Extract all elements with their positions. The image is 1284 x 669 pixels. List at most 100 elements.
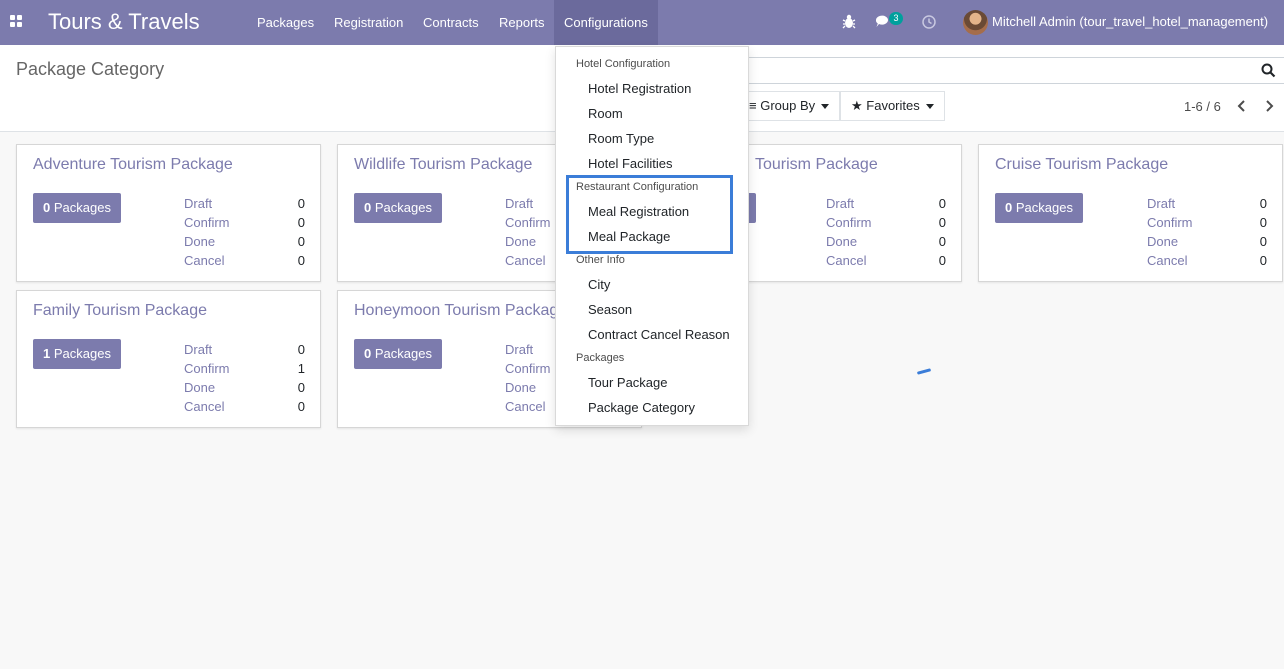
menu-reports[interactable]: Reports xyxy=(489,0,555,45)
packages-label: Packages xyxy=(1015,200,1073,215)
stat-done[interactable]: Done xyxy=(1147,234,1178,249)
menu-contracts[interactable]: Contracts xyxy=(413,0,489,45)
chat-icon[interactable] xyxy=(875,15,890,28)
stat-confirm-value: 0 xyxy=(297,215,305,230)
kanban-card[interactable]: Cruise Tourism Package 0 Packages Draft … xyxy=(978,144,1283,282)
packages-label: Packages xyxy=(374,346,432,361)
stat-confirm[interactable]: Confirm xyxy=(505,361,551,376)
stat-draft-value: 0 xyxy=(297,342,305,357)
card-title: Tourism Package xyxy=(755,156,878,173)
stat-cancel[interactable]: Cancel xyxy=(1147,253,1187,268)
loading-spinner xyxy=(916,368,932,375)
menu-hotel-facilities[interactable]: Hotel Facilities xyxy=(588,156,673,171)
stat-confirm-value: 0 xyxy=(938,215,946,230)
stat-cancel-value: 0 xyxy=(1259,253,1267,268)
stat-confirm-value: 1 xyxy=(297,361,305,376)
search-icon[interactable] xyxy=(1261,63,1276,78)
avatar[interactable] xyxy=(963,10,988,35)
stat-done[interactable]: Done xyxy=(184,380,215,395)
menu-contract-cancel-reason[interactable]: Contract Cancel Reason xyxy=(588,327,730,342)
stat-draft[interactable]: Draft xyxy=(505,196,533,211)
stat-draft[interactable]: Draft xyxy=(184,196,212,211)
card-title: Cruise Tourism Package xyxy=(995,156,1169,173)
stat-done[interactable]: Done xyxy=(826,234,857,249)
card-title: Honeymoon Tourism Package xyxy=(354,302,568,319)
packages-count: 1 xyxy=(43,346,51,361)
stat-confirm[interactable]: Confirm xyxy=(505,215,551,230)
stat-draft-value: 0 xyxy=(297,196,305,211)
packages-count: 0 xyxy=(364,346,372,361)
packages-button[interactable]: 1 Packages xyxy=(33,339,121,369)
restaurant-highlight-box xyxy=(566,175,733,254)
stat-cancel[interactable]: Cancel xyxy=(505,399,545,414)
group-by-button[interactable]: ≡ Group By xyxy=(738,91,841,121)
pager-value[interactable]: 1-6 / 6 xyxy=(1184,99,1221,114)
page-title: Package Category xyxy=(16,59,165,79)
kanban-card[interactable]: Family Tourism Package 1 Packages Draft … xyxy=(16,290,321,428)
stat-cancel-value: 0 xyxy=(938,253,946,268)
clock-icon[interactable] xyxy=(922,15,936,29)
stat-done[interactable]: Done xyxy=(505,234,536,249)
apps-icon[interactable] xyxy=(10,15,22,27)
card-title: Family Tourism Package xyxy=(33,302,207,319)
menu-tour-package[interactable]: Tour Package xyxy=(588,375,668,390)
stat-draft[interactable]: Draft xyxy=(826,196,854,211)
star-icon: ★ xyxy=(851,98,863,113)
stat-cancel[interactable]: Cancel xyxy=(184,399,224,414)
menu-configurations[interactable]: Configurations xyxy=(554,0,658,45)
stat-confirm[interactable]: Confirm xyxy=(826,215,872,230)
menu-package-category[interactable]: Package Category xyxy=(588,400,695,415)
stat-done[interactable]: Done xyxy=(505,380,536,395)
list-icon: ≡ xyxy=(749,98,757,113)
search-input[interactable] xyxy=(700,57,1284,84)
stat-done-value: 0 xyxy=(1259,234,1267,249)
stat-confirm-value: 0 xyxy=(1259,215,1267,230)
packages-count: 0 xyxy=(43,200,51,215)
stat-cancel[interactable]: Cancel xyxy=(184,253,224,268)
stat-draft-value: 0 xyxy=(938,196,946,211)
stat-cancel[interactable]: Cancel xyxy=(505,253,545,268)
packages-button[interactable]: 0 Packages xyxy=(354,339,442,369)
stat-cancel-value: 0 xyxy=(297,399,305,414)
packages-label: Packages xyxy=(53,200,111,215)
stat-done-value: 0 xyxy=(297,234,305,249)
menu-city[interactable]: City xyxy=(588,277,610,292)
stat-confirm[interactable]: Confirm xyxy=(184,215,230,230)
bug-icon[interactable] xyxy=(842,14,856,29)
menu-room-type[interactable]: Room Type xyxy=(588,131,654,146)
stat-cancel-value: 0 xyxy=(297,253,305,268)
packages-label: Packages xyxy=(53,346,111,361)
stat-done-value: 0 xyxy=(938,234,946,249)
app-brand[interactable]: Tours & Travels xyxy=(48,9,200,35)
favorites-button[interactable]: ★ Favorites xyxy=(840,91,945,121)
packages-count: 0 xyxy=(1005,200,1013,215)
kanban-card[interactable]: Adventure Tourism Package 0 Packages Dra… xyxy=(16,144,321,282)
packages-button[interactable]: 0 Packages xyxy=(33,193,121,223)
chevron-right-icon[interactable] xyxy=(1262,98,1276,114)
stat-draft[interactable]: Draft xyxy=(1147,196,1175,211)
stat-draft[interactable]: Draft xyxy=(184,342,212,357)
packages-count: 0 xyxy=(364,200,372,215)
user-menu[interactable]: Mitchell Admin (tour_travel_hotel_manage… xyxy=(992,14,1268,29)
menu-season[interactable]: Season xyxy=(588,302,632,317)
menu-registration[interactable]: Registration xyxy=(324,0,413,45)
stat-cancel[interactable]: Cancel xyxy=(826,253,866,268)
chevron-left-icon[interactable] xyxy=(1235,98,1249,114)
menu-packages[interactable]: Packages xyxy=(247,0,324,45)
packages-button[interactable]: 0 Packages xyxy=(995,193,1083,223)
menu-room[interactable]: Room xyxy=(588,106,623,121)
top-navbar: Tours & Travels Packages Registration Co… xyxy=(0,0,1284,45)
packages-button[interactable]: 0 Packages xyxy=(354,193,442,223)
stat-confirm[interactable]: Confirm xyxy=(184,361,230,376)
stat-done[interactable]: Done xyxy=(184,234,215,249)
group-by-label: Group By xyxy=(760,98,816,113)
favorites-label: Favorites xyxy=(866,98,920,113)
menu-hotel-registration[interactable]: Hotel Registration xyxy=(588,81,691,96)
packages-label: Packages xyxy=(374,200,432,215)
card-title: Adventure Tourism Package xyxy=(33,156,233,173)
stat-confirm[interactable]: Confirm xyxy=(1147,215,1193,230)
stat-draft[interactable]: Draft xyxy=(505,342,533,357)
dropdown-header-packages: Packages xyxy=(576,352,625,364)
stat-done-value: 0 xyxy=(297,380,305,395)
stat-draft-value: 0 xyxy=(1259,196,1267,211)
